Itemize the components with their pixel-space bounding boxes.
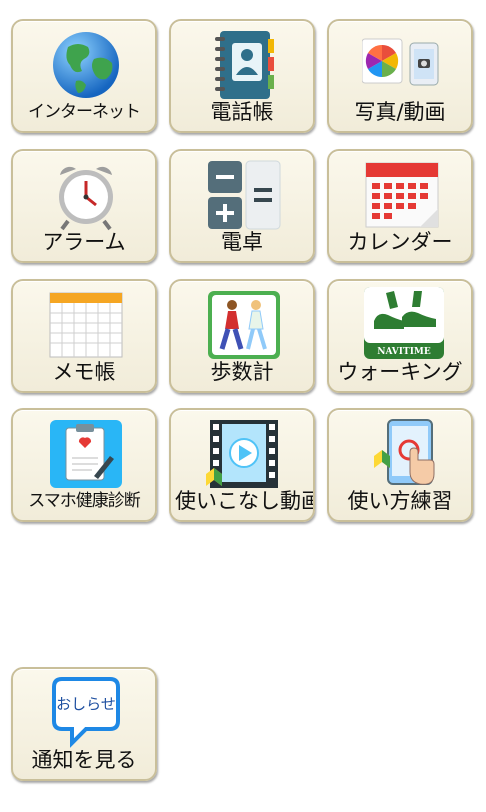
app-memo[interactable]: メモ帳 bbox=[11, 279, 157, 393]
app-label: ウォーキング bbox=[337, 360, 463, 384]
app-health[interactable]: スマホ健康診断 bbox=[11, 408, 157, 522]
app-label: 写真/動画 bbox=[354, 100, 446, 124]
app-alarm[interactable]: アラーム bbox=[11, 149, 157, 263]
app-label: 電卓 bbox=[221, 230, 263, 254]
app-walking[interactable]: NAVITIME ウォーキング bbox=[327, 279, 473, 393]
app-label: 使いこなし動画 bbox=[175, 489, 313, 513]
app-label: メモ帳 bbox=[52, 360, 116, 384]
clipboard-heart-icon bbox=[46, 418, 126, 490]
app-tutorial-video[interactable]: 使いこなし動画 bbox=[169, 408, 315, 522]
photos-icon bbox=[362, 29, 442, 101]
globe-icon bbox=[46, 29, 126, 101]
svg-text:NAVITIME: NAVITIME bbox=[377, 347, 431, 357]
app-label: 通知を見る bbox=[31, 748, 137, 772]
walking-people-icon bbox=[204, 289, 284, 361]
app-phonebook[interactable]: 電話帳 bbox=[169, 19, 315, 133]
app-label: インターネット bbox=[28, 102, 141, 122]
calculator-icon bbox=[204, 159, 284, 231]
app-practice[interactable]: 使い方練習 bbox=[327, 408, 473, 522]
app-label: カレンダー bbox=[347, 230, 453, 254]
app-label: 歩数計 bbox=[210, 360, 274, 384]
app-pedometer[interactable]: 歩数計 bbox=[169, 279, 315, 393]
notice-bubble-icon: おしらせ bbox=[46, 677, 126, 749]
app-label: アラーム bbox=[42, 230, 126, 254]
video-film-icon bbox=[204, 418, 284, 490]
app-label: 使い方練習 bbox=[347, 489, 453, 513]
notepad-icon bbox=[46, 289, 126, 361]
app-calculator[interactable]: 電卓 bbox=[169, 149, 315, 263]
app-label: スマホ健康診断 bbox=[28, 491, 141, 511]
app-label: 電話帳 bbox=[210, 100, 274, 124]
tap-tablet-icon bbox=[362, 418, 442, 490]
app-internet[interactable]: インターネット bbox=[11, 19, 157, 133]
alarm-clock-icon bbox=[46, 159, 126, 231]
navitime-shoe-icon: NAVITIME bbox=[364, 287, 444, 359]
calendar-icon bbox=[362, 159, 442, 231]
contacts-book-icon bbox=[204, 29, 284, 101]
app-calendar[interactable]: カレンダー bbox=[327, 149, 473, 263]
app-photos[interactable]: 写真/動画 bbox=[327, 19, 473, 133]
app-notifications[interactable]: おしらせ 通知を見る bbox=[11, 667, 157, 781]
svg-text:おしらせ: おしらせ bbox=[56, 695, 116, 713]
